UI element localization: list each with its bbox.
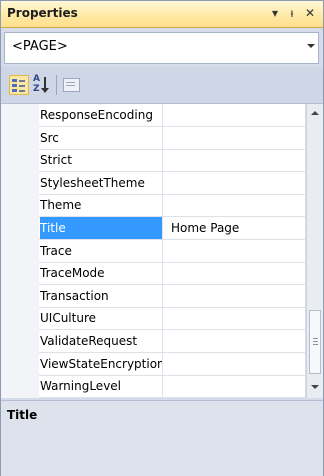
row-gutter (1, 375, 39, 399)
row-gutter (1, 104, 39, 127)
row-gutter (1, 239, 39, 263)
scroll-down-icon[interactable] (311, 385, 319, 389)
property-value[interactable] (171, 194, 305, 216)
property-row[interactable]: Src (1, 126, 305, 150)
close-icon[interactable]: ✕ (302, 4, 318, 22)
window-position-dropdown-icon[interactable]: ▾ (267, 4, 283, 22)
properties-window: Properties ▾ ᵼ ✕ <PAGE> A Z ResponseEnco… (0, 0, 324, 476)
panel-title: Properties (7, 6, 78, 20)
property-row[interactable]: WarningLevel (1, 375, 305, 399)
title-bar[interactable]: Properties ▾ ᵼ ✕ (1, 1, 323, 28)
property-name[interactable]: WarningLevel (40, 375, 163, 398)
property-name[interactable]: ViewStateEncryption (40, 352, 163, 375)
property-row[interactable]: Title Home Page (1, 217, 305, 240)
property-pages-icon[interactable] (62, 75, 82, 95)
property-value[interactable] (171, 172, 305, 194)
property-value[interactable] (171, 262, 305, 284)
object-selector-value: <PAGE> (12, 39, 68, 54)
row-gutter (1, 352, 39, 376)
row-gutter (1, 262, 39, 286)
row-gutter (1, 217, 39, 240)
row-gutter (1, 307, 39, 331)
property-row[interactable]: Transaction (1, 284, 305, 308)
property-value[interactable] (171, 240, 305, 262)
row-gutter (1, 194, 39, 218)
scroll-up-icon[interactable] (311, 111, 319, 115)
property-name[interactable]: TraceMode (40, 262, 163, 285)
properties-toolbar: A Z (1, 67, 323, 104)
property-row[interactable]: Trace (1, 239, 305, 263)
property-value[interactable] (171, 330, 305, 352)
property-name[interactable]: Title (40, 217, 163, 239)
property-name[interactable]: ResponseEncoding (40, 104, 163, 126)
property-name[interactable]: ValidateRequest (40, 330, 163, 352)
scroll-thumb[interactable] (309, 310, 321, 374)
property-value[interactable] (171, 353, 305, 375)
property-value[interactable] (171, 127, 305, 149)
property-row[interactable]: ViewStateEncryption (1, 352, 305, 376)
property-name[interactable]: UICulture (40, 307, 163, 330)
description-title: Title (7, 408, 38, 422)
property-row[interactable]: ResponseEncoding (1, 104, 305, 127)
property-row[interactable]: Theme (1, 194, 305, 218)
toolbar-separator (56, 75, 57, 95)
property-value[interactable] (171, 375, 305, 397)
row-gutter (1, 126, 39, 150)
vertical-scrollbar[interactable] (306, 104, 323, 398)
property-value[interactable] (171, 149, 305, 171)
property-row[interactable]: StylesheetTheme (1, 171, 305, 195)
row-gutter (1, 330, 39, 353)
property-value[interactable] (171, 104, 305, 126)
property-value[interactable] (171, 307, 305, 329)
description-pane: Title (1, 400, 323, 476)
property-value[interactable]: Home Page (171, 217, 305, 239)
property-name[interactable]: Strict (40, 149, 163, 172)
property-name[interactable]: Trace (40, 239, 163, 262)
property-name[interactable]: Theme (40, 194, 163, 217)
property-grid: ResponseEncoding Src Strict StylesheetTheme… (1, 104, 305, 399)
property-name[interactable]: StylesheetTheme (40, 171, 163, 194)
property-value[interactable] (171, 285, 305, 307)
property-row[interactable]: TraceMode (1, 262, 305, 286)
row-gutter (1, 284, 39, 308)
categorized-icon[interactable] (9, 75, 29, 95)
pin-icon[interactable]: ᵼ (284, 4, 300, 22)
row-gutter (1, 149, 39, 173)
property-row[interactable]: ValidateRequest (1, 330, 305, 353)
property-name[interactable]: Src (40, 126, 163, 149)
object-selector-dropdown[interactable]: <PAGE> (4, 32, 319, 64)
alphabetical-icon[interactable]: A Z (32, 75, 52, 95)
property-name[interactable]: Transaction (40, 284, 163, 307)
property-row[interactable]: UICulture (1, 307, 305, 331)
row-gutter (1, 171, 39, 195)
chevron-down-icon[interactable] (307, 44, 315, 48)
property-row[interactable]: Strict (1, 149, 305, 173)
